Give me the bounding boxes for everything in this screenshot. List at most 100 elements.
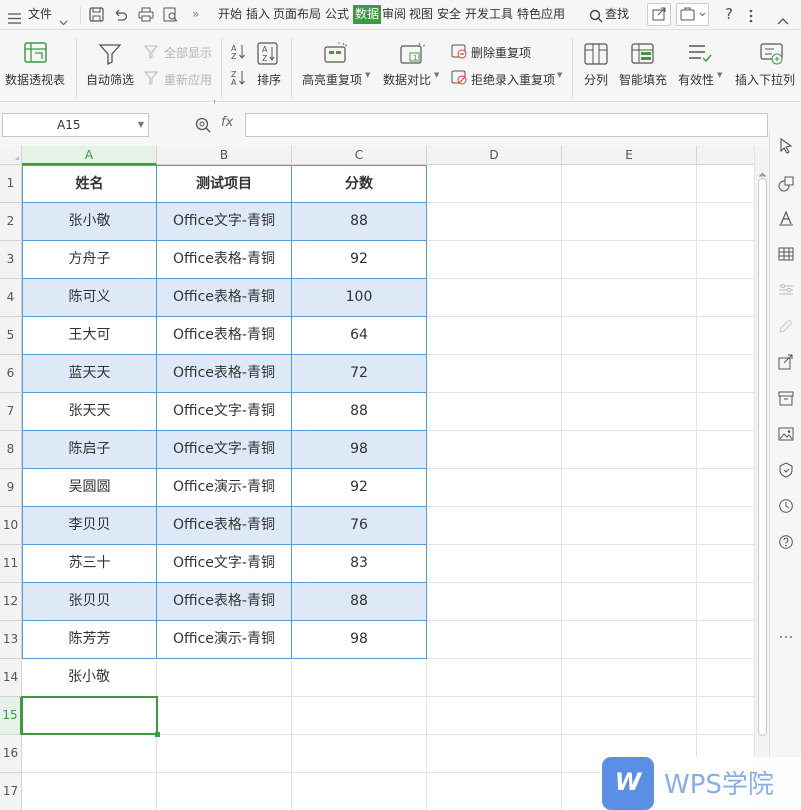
remove-duplicates-button[interactable]: 删除重复项 [471,44,531,61]
help-icon[interactable]: ? [725,0,733,30]
reject-duplicates-icon[interactable] [451,69,467,89]
empty-cell[interactable] [697,697,754,735]
insert-dropdown-list-button[interactable]: 插入下拉列 [735,71,795,88]
more-quick-access-icon[interactable]: » [192,0,199,30]
row-header-8[interactable]: 8 [0,431,22,469]
print-preview-icon[interactable] [163,7,179,26]
sort-descending-icon[interactable]: ZA [231,70,245,90]
empty-cell[interactable] [427,507,562,545]
table-cell[interactable]: Office文字-青铜 [157,545,292,583]
data-compare-icon[interactable]: 1 [399,42,425,70]
share-button[interactable] [647,3,671,26]
row-header-17[interactable]: 17 [0,773,22,810]
highlight-duplicates-icon[interactable] [323,42,347,68]
hamburger-menu-icon[interactable] [8,9,21,28]
table-cell[interactable]: Office表格-青铜 [157,507,292,545]
empty-cell[interactable] [427,545,562,583]
empty-cell[interactable] [427,279,562,317]
table-cell[interactable]: 98 [292,431,427,469]
data-compare-button[interactable]: 数据对比 [383,71,431,88]
empty-cell[interactable] [562,279,697,317]
insert-function-button[interactable]: fx [221,115,233,130]
empty-cell[interactable] [157,697,292,735]
sort-ascending-icon[interactable]: AZ [231,44,245,64]
table-cell[interactable]: Office表格-青铜 [157,355,292,393]
empty-cell[interactable] [427,165,562,203]
export-icon[interactable] [778,354,794,374]
row-header-12[interactable]: 12 [0,583,22,621]
empty-cell[interactable] [697,507,754,545]
tab-formulas[interactable]: 公式 [325,0,349,30]
empty-cell[interactable] [697,659,754,697]
undo-icon[interactable] [113,7,128,26]
column-header-c[interactable]: C [292,146,427,165]
select-pointer-icon[interactable] [778,138,794,158]
column-header-f[interactable] [697,146,754,165]
table-cell[interactable]: 陈可义 [22,279,157,317]
tab-insert[interactable]: 插入 [246,0,270,30]
table-cell[interactable]: 王大可 [22,317,157,355]
formula-input[interactable] [245,113,768,137]
tab-page-layout[interactable]: 页面布局 [273,0,321,30]
empty-cell[interactable] [562,583,697,621]
empty-cell[interactable] [22,773,157,810]
empty-cell[interactable] [427,659,562,697]
table-cell[interactable]: 83 [292,545,427,583]
tab-special-apps[interactable]: 特色应用 [517,0,565,30]
tab-data[interactable]: 数据 [353,5,381,24]
smart-fill-icon[interactable] [631,43,655,69]
name-box[interactable]: A15 ▼ [2,113,149,137]
table-icon[interactable] [778,246,794,266]
table-cell[interactable]: 88 [292,583,427,621]
scrollbar-thumb[interactable] [758,178,767,736]
fill-handle[interactable] [155,732,160,737]
empty-cell[interactable] [562,393,697,431]
print-icon[interactable] [138,7,154,26]
column-header-a[interactable]: A [22,146,157,165]
empty-cell[interactable] [427,773,562,810]
empty-cell[interactable] [427,621,562,659]
empty-cell[interactable] [697,355,754,393]
empty-cell[interactable] [292,735,427,773]
table-cell[interactable]: Office表格-青铜 [157,583,292,621]
table-cell[interactable]: Office文字-青铜 [157,393,292,431]
empty-cell[interactable] [427,317,562,355]
filter-icon[interactable] [98,43,122,69]
empty-cell[interactable] [697,545,754,583]
row-header-11[interactable]: 11 [0,545,22,583]
zoom-formula-icon[interactable] [195,117,211,137]
smart-fill-button[interactable]: 智能填充 [619,71,667,88]
table-cell[interactable]: 92 [292,469,427,507]
empty-cell[interactable] [697,621,754,659]
table-cell[interactable]: 72 [292,355,427,393]
empty-cell[interactable] [697,469,754,507]
empty-cell[interactable] [427,735,562,773]
table-header-cell[interactable]: 测试项目 [157,165,292,203]
empty-cell[interactable] [157,659,292,697]
table-cell[interactable]: Office表格-青铜 [157,279,292,317]
column-header-b[interactable]: B [157,146,292,165]
empty-cell[interactable] [562,241,697,279]
empty-cell[interactable] [697,165,754,203]
empty-cell[interactable] [562,469,697,507]
more-tools-icon[interactable] [778,624,794,643]
empty-cell[interactable] [427,583,562,621]
empty-cell[interactable] [427,393,562,431]
row-header-9[interactable]: 9 [0,469,22,507]
table-cell[interactable]: 张天天 [22,393,157,431]
table-cell[interactable]: Office文字-青铜 [157,203,292,241]
compare-dropdown-icon[interactable]: ▼ [434,71,439,79]
tab-developer[interactable]: 开发工具 [465,0,513,30]
tab-view[interactable]: 视图 [409,0,433,30]
row-header-14[interactable]: 14 [0,659,22,697]
empty-cell[interactable] [697,431,754,469]
empty-cell[interactable] [292,697,427,735]
highlight-dropdown-icon[interactable]: ▼ [365,71,370,79]
split-columns-button[interactable]: 分列 [584,71,608,88]
remove-duplicates-icon[interactable] [451,43,467,63]
table-cell[interactable]: 张贝贝 [22,583,157,621]
row-header-13[interactable]: 13 [0,621,22,659]
validity-button[interactable]: 有效性 [678,71,714,88]
row-header-4[interactable]: 4 [0,279,22,317]
empty-cell[interactable] [562,355,697,393]
